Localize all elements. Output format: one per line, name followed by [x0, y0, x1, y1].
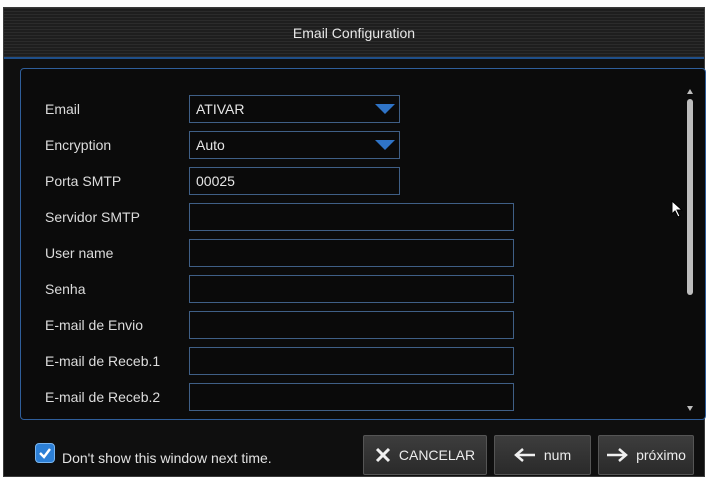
- cancel-button-label: CANCELAR: [398, 447, 476, 463]
- email-label: Email: [45, 101, 81, 117]
- password-row: Senha: [21, 275, 641, 303]
- chevron-down-icon[interactable]: [371, 96, 399, 122]
- smtp-port-row: Porta SMTP 00025: [21, 167, 641, 195]
- vertical-scrollbar[interactable]: [685, 83, 695, 411]
- smtp-server-label: Servidor SMTP: [45, 209, 140, 225]
- user-name-row: User name: [21, 239, 641, 267]
- prev-button[interactable]: num: [494, 435, 591, 475]
- receiver-email-2-label: E-mail de Receb.2: [45, 389, 161, 405]
- smtp-port-value: 00025: [196, 173, 235, 189]
- receiver-email-2-row: E-mail de Receb.2: [21, 383, 641, 411]
- next-button[interactable]: próximo: [598, 435, 694, 475]
- password-input[interactable]: [189, 275, 514, 303]
- settings-panel: Email ATIVAR Encryption Auto Porta SMTP …: [20, 68, 706, 420]
- dialog-title: Email Configuration: [292, 24, 416, 41]
- email-row: Email ATIVAR: [21, 95, 641, 123]
- smtp-server-row: Servidor SMTP: [21, 203, 641, 231]
- title-bar: Email Configuration: [4, 8, 704, 59]
- sender-email-row: E-mail de Envio: [21, 311, 641, 339]
- smtp-port-label: Porta SMTP: [45, 173, 122, 189]
- email-select-value: ATIVAR: [196, 101, 245, 117]
- next-button-label: próximo: [636, 447, 686, 463]
- password-label: Senha: [45, 281, 86, 297]
- dialog-frame: Email Configuration Email ATIVAR Encrypt…: [3, 7, 706, 477]
- dont-show-checkbox[interactable]: [35, 443, 55, 463]
- mouse-pointer-icon: [671, 199, 684, 223]
- scroll-up-icon[interactable]: [686, 83, 694, 94]
- scrollbar-thumb[interactable]: [687, 99, 693, 295]
- sender-email-label: E-mail de Envio: [45, 317, 144, 333]
- cancel-button[interactable]: CANCELAR: [363, 435, 487, 475]
- email-config-window: Email Configuration Email ATIVAR Encrypt…: [0, 0, 706, 478]
- receiver-email-1-input[interactable]: [189, 347, 514, 375]
- scroll-down-icon[interactable]: [686, 399, 694, 411]
- user-name-input[interactable]: [189, 239, 514, 267]
- arrow-left-icon: [513, 448, 535, 462]
- smtp-server-input[interactable]: [189, 203, 514, 231]
- user-name-label: User name: [45, 245, 114, 261]
- dont-show-label[interactable]: Don't show this window next time.: [62, 450, 272, 466]
- close-icon: [375, 447, 390, 463]
- smtp-port-input[interactable]: 00025: [189, 167, 400, 195]
- receiver-email-1-label: E-mail de Receb.1: [45, 353, 161, 369]
- email-select[interactable]: ATIVAR: [189, 95, 400, 123]
- receiver-email-1-row: E-mail de Receb.1: [21, 347, 641, 375]
- receiver-email-2-input[interactable]: [189, 383, 514, 411]
- encryption-row: Encryption Auto: [21, 131, 641, 159]
- encryption-select[interactable]: Auto: [189, 131, 400, 159]
- sender-email-input[interactable]: [189, 311, 514, 339]
- prev-button-label: num: [543, 447, 572, 463]
- chevron-down-icon[interactable]: [371, 132, 399, 158]
- arrow-right-icon: [607, 448, 629, 462]
- encryption-label: Encryption: [45, 137, 112, 153]
- checkmark-icon: [39, 448, 51, 459]
- encryption-select-value: Auto: [196, 137, 225, 153]
